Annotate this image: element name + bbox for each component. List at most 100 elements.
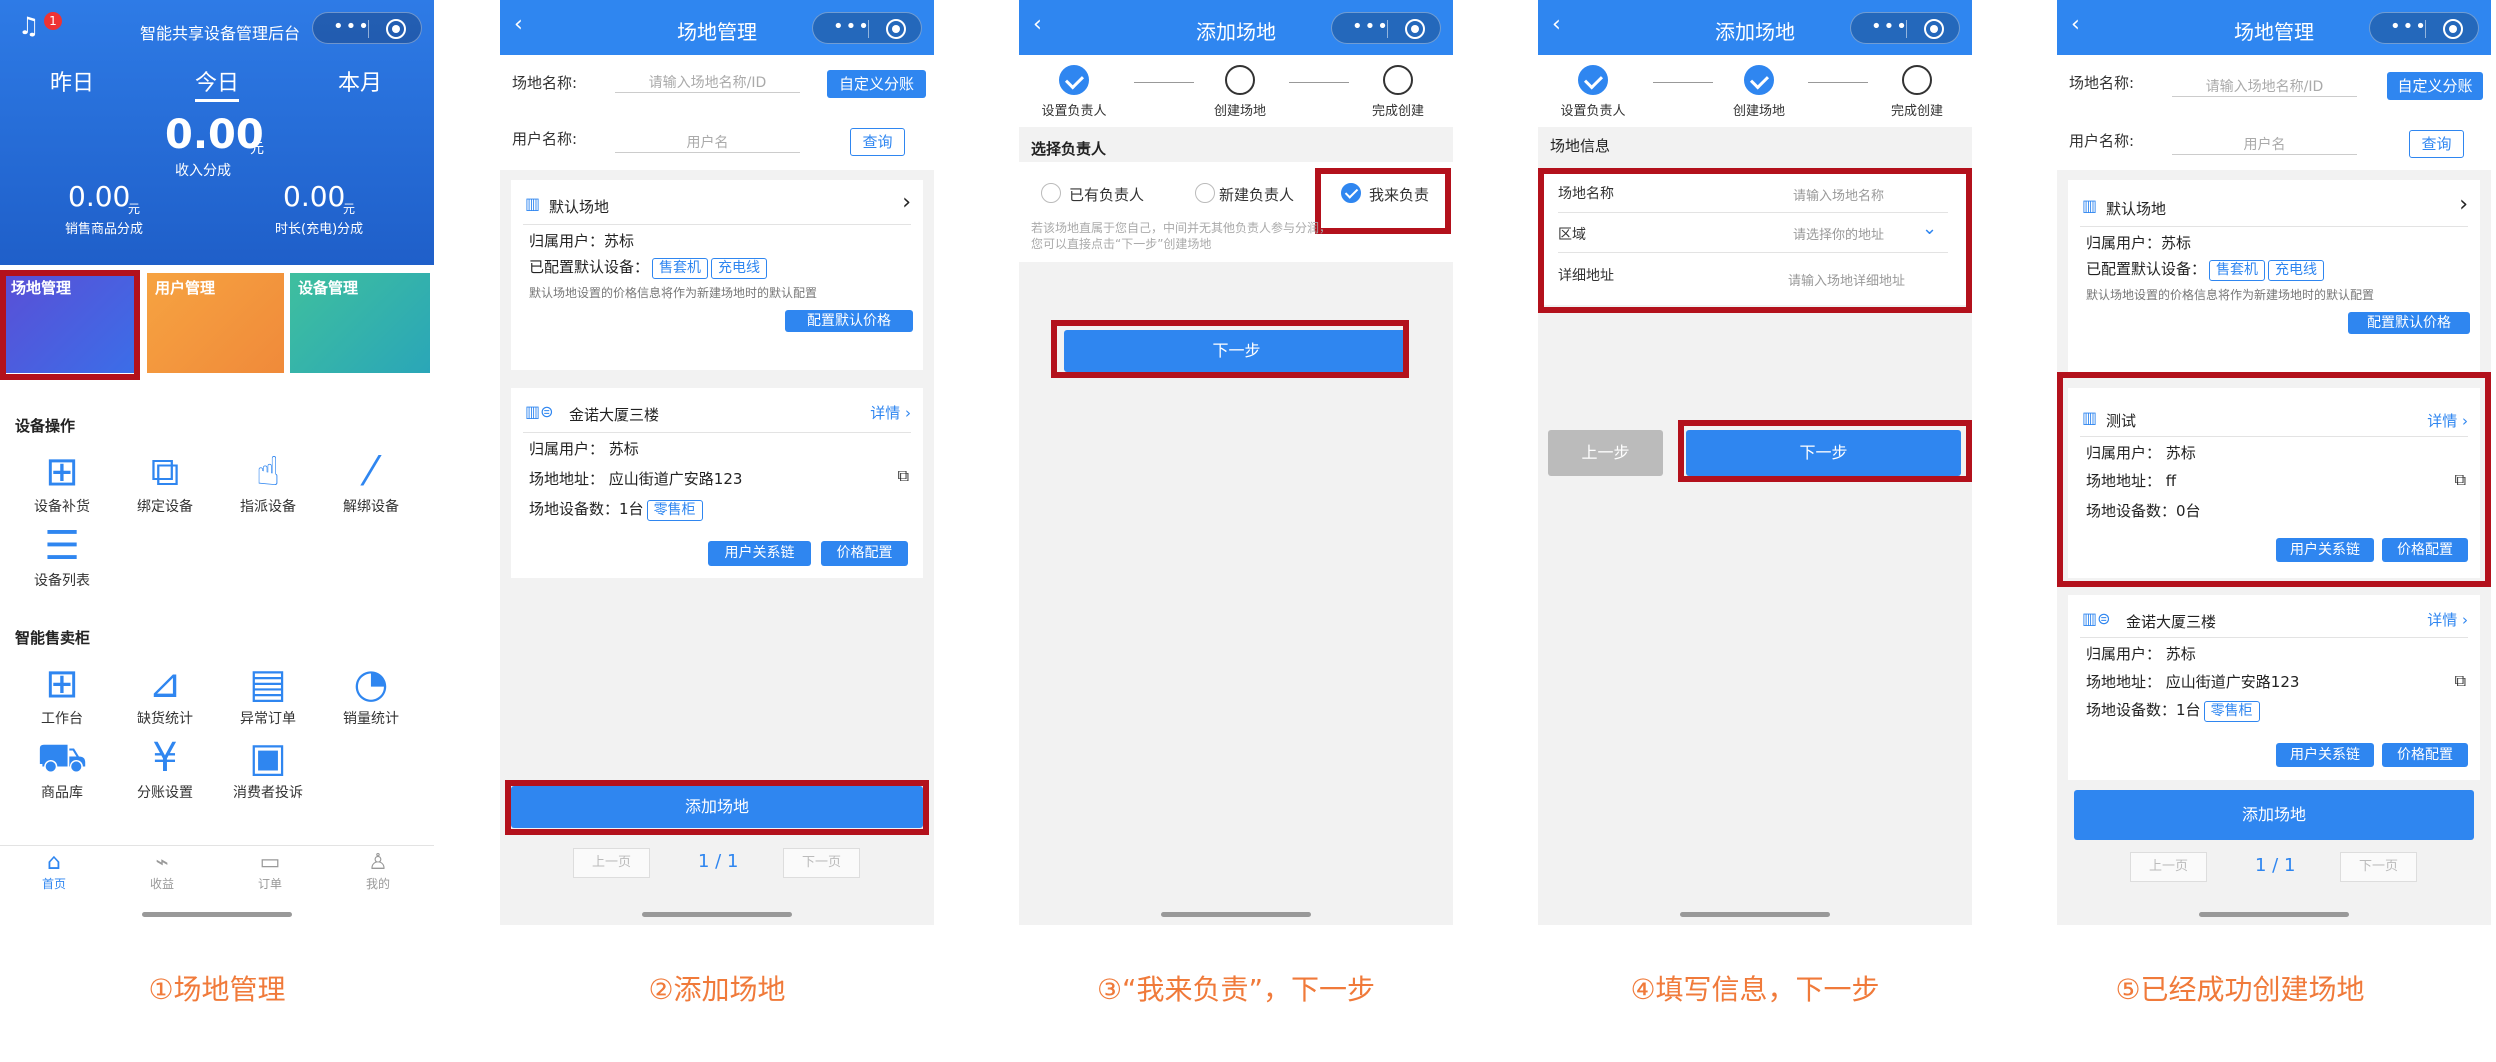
cab-split[interactable]: ¥ 分账设置 [120, 734, 210, 802]
config-default-price-button[interactable]: 配置默认价格 [2348, 312, 2470, 334]
config-default-price-button[interactable]: 配置默认价格 [785, 310, 913, 332]
op-assign[interactable]: ☝ 指派设备 [223, 448, 313, 516]
prev-page-button[interactable]: 上一页 [2130, 852, 2207, 882]
close-icon[interactable] [386, 19, 406, 39]
section-cabinet: 智能售卖柜 [15, 629, 91, 647]
user-relation-button[interactable]: 用户关系链 [708, 541, 811, 566]
venue-card[interactable]: ▥⊜ 金诺大厦三楼 详情 › 归属用户： 苏标 场地地址： 应山街道广安路123… [2068, 595, 2480, 780]
sales-value: 0.00 [68, 180, 131, 213]
user-name-input[interactable]: 用户名 [615, 132, 800, 153]
more-icon[interactable]: ••• [2390, 16, 2428, 37]
time-label: 时长(充电)分成 [275, 222, 364, 237]
op-restock[interactable]: ⊞ 设备补货 [17, 448, 107, 516]
document-icon: ▤ [249, 661, 287, 707]
default-venue-card[interactable]: ▥ 默认场地 › 归属用户：苏标 已配置默认设备： 售套机 充电线 默认场地设置的价… [511, 180, 923, 370]
next-page-button[interactable]: 下一页 [2340, 852, 2417, 882]
copy-icon[interactable]: ⧉ [2455, 671, 2466, 691]
chevron-right-icon[interactable]: › [902, 190, 911, 215]
copy-icon[interactable]: ⧉ [898, 466, 909, 486]
prev-page-button[interactable]: 上一页 [573, 848, 650, 878]
default-venue-title: 默认场地 [2106, 200, 2167, 218]
add-venue-button[interactable]: 添加场地 [2074, 790, 2474, 840]
step-2-label: 创建场地 [1213, 104, 1266, 119]
price-config-button[interactable]: 价格配置 [821, 541, 908, 566]
custom-split-button[interactable]: 自定义分账 [2387, 72, 2483, 100]
building-icon: ▥ [2082, 196, 2098, 215]
option-existing[interactable]: 已有负责人 [1069, 184, 1144, 205]
venue-owner: 归属用户： 苏标 [2086, 645, 2196, 663]
close-icon[interactable] [2443, 19, 2463, 39]
query-button[interactable]: 查询 [2409, 130, 2464, 158]
user-relation-button[interactable]: 用户关系链 [2276, 743, 2374, 767]
nav-me[interactable]: ♙ 我的 [333, 850, 423, 892]
banner-user[interactable]: 用户管理 [147, 273, 284, 373]
cab-products[interactable]: ⛟ 商品库 [17, 734, 107, 802]
header: ‹ 添加场地 ••• [1019, 0, 1453, 55]
venue-name-input[interactable]: 请输入场地名称/ID [2172, 76, 2357, 97]
header: ‹ 场地管理 ••• [500, 0, 934, 55]
panel-venue-created: ‹ 场地管理 ••• 场地名称: 请输入场地名称/ID 自定义分账 用户名称: … [2057, 0, 2491, 925]
building-icon: ▥⊜ [2082, 609, 2111, 628]
price-config-button[interactable]: 价格配置 [2382, 743, 2468, 767]
radio-new[interactable] [1195, 183, 1215, 203]
miniprogram-capsule[interactable]: ••• [2369, 12, 2479, 44]
income-value: 0.00 [165, 112, 264, 158]
cab-abnormal-order[interactable]: ▤ 异常订单 [223, 660, 313, 728]
nav-orders[interactable]: ▭ 订单 [225, 850, 315, 892]
clipboard-icon: ▣ [249, 735, 287, 781]
custom-split-button[interactable]: 自定义分账 [827, 70, 926, 98]
detail-link[interactable]: 详情 › [870, 402, 911, 423]
building-icon: ▥ [525, 194, 541, 213]
option-new[interactable]: 新建负责人 [1219, 184, 1294, 205]
header: ‹ 场地管理 ••• [2057, 0, 2491, 55]
app-title: 智能共享设备管理后台 [140, 24, 301, 43]
op-device-list[interactable]: ☰ 设备列表 [17, 522, 107, 590]
step-2-indicator [1225, 65, 1255, 95]
nav-earnings[interactable]: ⌁ 收益 [117, 850, 207, 892]
venue-name-label: 场地名称: [2069, 74, 2135, 92]
caption-3: ③“我来负责”，下一步 [1096, 973, 1376, 1006]
miniprogram-capsule[interactable]: ••• [812, 12, 922, 44]
close-icon[interactable] [1924, 19, 1944, 39]
miniprogram-capsule[interactable]: ••• [312, 12, 422, 44]
cab-sales-stats[interactable]: ◔ 销量统计 [326, 660, 416, 728]
step-3-label: 完成创建 [1890, 104, 1943, 119]
user-icon: ♙ [368, 850, 388, 875]
tab-yesterday[interactable]: 昨日 [50, 65, 94, 97]
cab-complaints[interactable]: ▣ 消费者投诉 [223, 734, 313, 802]
tab-today[interactable]: 今日 [195, 65, 240, 102]
close-icon[interactable] [886, 19, 906, 39]
query-button[interactable]: 查询 [850, 128, 905, 156]
link-icon: ⧉ [150, 449, 180, 495]
more-icon[interactable]: ••• [833, 16, 871, 37]
page-indicator: 1 / 1 [2255, 855, 2296, 876]
panel-venue-list: ‹ 场地管理 ••• 场地名称: 请输入场地名称/ID 自定义分账 用户名称: … [500, 0, 934, 925]
nav-home[interactable]: ⌂ 首页 [9, 850, 99, 892]
cab-shortage[interactable]: ⊿ 缺货统计 [120, 660, 210, 728]
plus-icon: ⊞ [45, 661, 79, 707]
miniprogram-capsule[interactable]: ••• [1850, 12, 1960, 44]
chevron-right-icon[interactable]: › [2459, 192, 2468, 217]
tab-month[interactable]: 本月 [338, 65, 382, 97]
more-icon[interactable]: ••• [333, 16, 371, 37]
detail-link[interactable]: 详情 › [2427, 609, 2468, 630]
miniprogram-capsule[interactable]: ••• [1331, 12, 1441, 44]
prev-step-button[interactable]: 上一步 [1548, 430, 1663, 476]
step-2-indicator [1744, 65, 1774, 95]
default-venue-card[interactable]: ▥ 默认场地 › 归属用户：苏标 已配置默认设备： 售套机 充电线 默认场地设置的价… [2068, 180, 2480, 375]
user-name-input[interactable]: 用户名 [2172, 134, 2357, 155]
cab-workbench[interactable]: ⊞ 工作台 [17, 660, 107, 728]
venue-name-input[interactable]: 请输入场地名称/ID [615, 72, 800, 93]
banner-device[interactable]: 设备管理 [290, 273, 430, 373]
op-unbind[interactable]: ⁄ 解绑设备 [326, 448, 416, 516]
radio-existing[interactable] [1041, 183, 1061, 203]
more-icon[interactable]: ••• [1352, 16, 1390, 37]
op-bind[interactable]: ⧉ 绑定设备 [120, 448, 210, 516]
more-icon[interactable]: ••• [1871, 16, 1909, 37]
next-page-button[interactable]: 下一页 [783, 848, 860, 878]
trend-icon: ⌁ [155, 850, 169, 875]
venue-card[interactable]: ▥⊜ 金诺大厦三楼 详情 › 归属用户： 苏标 场地地址： 应山街道广安路123… [511, 388, 923, 578]
bell-icon[interactable]: ♫ [18, 12, 40, 40]
close-icon[interactable] [1405, 19, 1425, 39]
venue-owner: 归属用户： 苏标 [529, 440, 639, 458]
